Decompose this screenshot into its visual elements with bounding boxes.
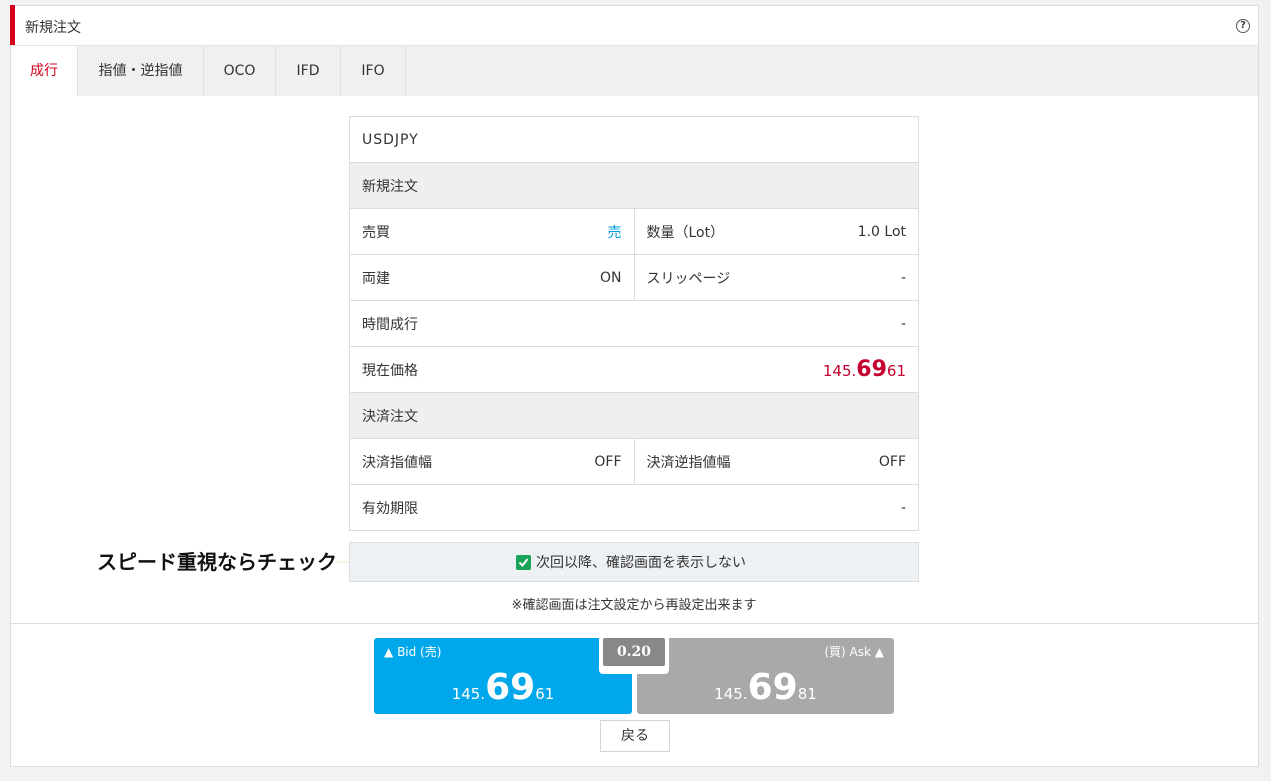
section-header-new-order: 新規注文: [350, 163, 918, 209]
ask-label: (買) Ask ▲: [824, 643, 884, 660]
bid-rate-prefix: 145.: [451, 685, 486, 703]
bid-sell-button[interactable]: ▲ Bid (売) 145.6961: [374, 638, 632, 714]
annotation-text: スピード重視ならチェック: [97, 550, 337, 574]
header-accent-bar: [10, 5, 15, 45]
tab-ifo[interactable]: IFO: [341, 46, 406, 96]
ask-label-text: (買) Ask: [824, 645, 871, 659]
current-price-suffix: 61: [886, 362, 906, 380]
spread-value: 0.20: [603, 638, 665, 666]
settle-limit-label: 決済指値幅: [362, 454, 432, 471]
page-title: 新規注文: [25, 20, 81, 36]
tab-oco[interactable]: OCO: [204, 46, 276, 96]
tab-ifd[interactable]: IFD: [276, 46, 341, 96]
quantity-label: 数量（Lot）: [646, 224, 725, 241]
current-price-prefix: 145.: [822, 362, 857, 380]
settings-note: ※確認画面は注文設定から再設定出来ます: [511, 598, 757, 613]
bid-rate-main: 69: [485, 667, 536, 708]
summary-row-time: 時間成行 -: [350, 301, 918, 347]
summary-row-side-qty: 売買 売 数量（Lot） 1.0 Lot: [350, 209, 918, 255]
expiry-value: -: [900, 499, 906, 516]
bid-rate: 145.6961: [374, 667, 632, 708]
order-panel: 新規注文 ? 成行 指値・逆指値 OCO IFD IFO USDJPY 新規注文…: [10, 5, 1259, 767]
panel-header: 新規注文 ?: [10, 5, 1258, 46]
tab-market[interactable]: 成行: [11, 46, 78, 97]
settle-limit-value: OFF: [594, 453, 622, 470]
ask-up-arrow-icon: ▲: [874, 645, 884, 659]
bid-label: ▲ Bid (売): [384, 643, 441, 660]
hedge-label: 両建: [362, 270, 390, 287]
back-button[interactable]: 戻る: [600, 720, 670, 752]
current-price-main: 69: [856, 357, 887, 382]
divider: [11, 623, 1258, 624]
time-market-label: 時間成行: [362, 316, 418, 333]
bid-up-arrow-icon: ▲: [384, 645, 394, 659]
order-summary-table: USDJPY 新規注文 売買 売 数量（Lot） 1.0 Lot 両建 ON ス…: [349, 116, 919, 531]
summary-row-expiry: 有効期限 -: [350, 485, 918, 531]
checkmark-icon: [518, 557, 529, 567]
spread-badge: 0.20: [599, 634, 669, 674]
currency-pair: USDJPY: [362, 131, 419, 148]
settle-stop-value: OFF: [878, 453, 906, 470]
bid-label-text: Bid (売): [397, 645, 442, 659]
summary-row-current-price: 現在価格 145.6961: [350, 347, 918, 393]
section-title-new-order: 新規注文: [362, 178, 418, 195]
time-market-value: -: [900, 315, 906, 332]
bid-rate-suffix: 61: [535, 685, 555, 703]
ask-rate: 145.6981: [637, 667, 894, 708]
skip-confirm-row[interactable]: 次回以降、確認画面を表示しない: [349, 542, 919, 582]
side-value: 売: [607, 224, 622, 241]
quantity-value: 1.0 Lot: [857, 223, 906, 240]
order-type-tabs: 成行 指値・逆指値 OCO IFD IFO: [11, 46, 1258, 97]
expiry-label: 有効期限: [362, 500, 418, 517]
slippage-value: -: [900, 269, 906, 286]
slippage-label: スリッページ: [646, 270, 731, 287]
ask-rate-suffix: 81: [797, 685, 817, 703]
summary-row-limit-stop: 決済指値幅 OFF 決済逆指値幅 OFF: [350, 439, 918, 485]
current-price-label: 現在価格: [362, 362, 418, 379]
section-title-settlement: 決済注文: [362, 408, 418, 425]
hedge-value: ON: [600, 269, 622, 286]
skip-confirm-label: 次回以降、確認画面を表示しない: [536, 555, 746, 571]
summary-row-pair: USDJPY: [350, 117, 918, 163]
settle-stop-label: 決済逆指値幅: [646, 454, 731, 471]
summary-row-hedge-slippage: 両建 ON スリッページ -: [350, 255, 918, 301]
ask-rate-prefix: 145.: [714, 685, 748, 703]
ask-rate-main: 69: [747, 667, 798, 708]
help-icon[interactable]: ?: [1236, 19, 1250, 33]
tab-limit-stop[interactable]: 指値・逆指値: [78, 46, 204, 96]
skip-confirm-checkbox[interactable]: [516, 554, 531, 570]
side-label: 売買: [362, 224, 390, 241]
current-price: 145.6961: [823, 357, 906, 382]
ask-buy-button[interactable]: (買) Ask ▲ 145.6981: [637, 638, 894, 714]
section-header-settlement: 決済注文: [350, 393, 918, 439]
